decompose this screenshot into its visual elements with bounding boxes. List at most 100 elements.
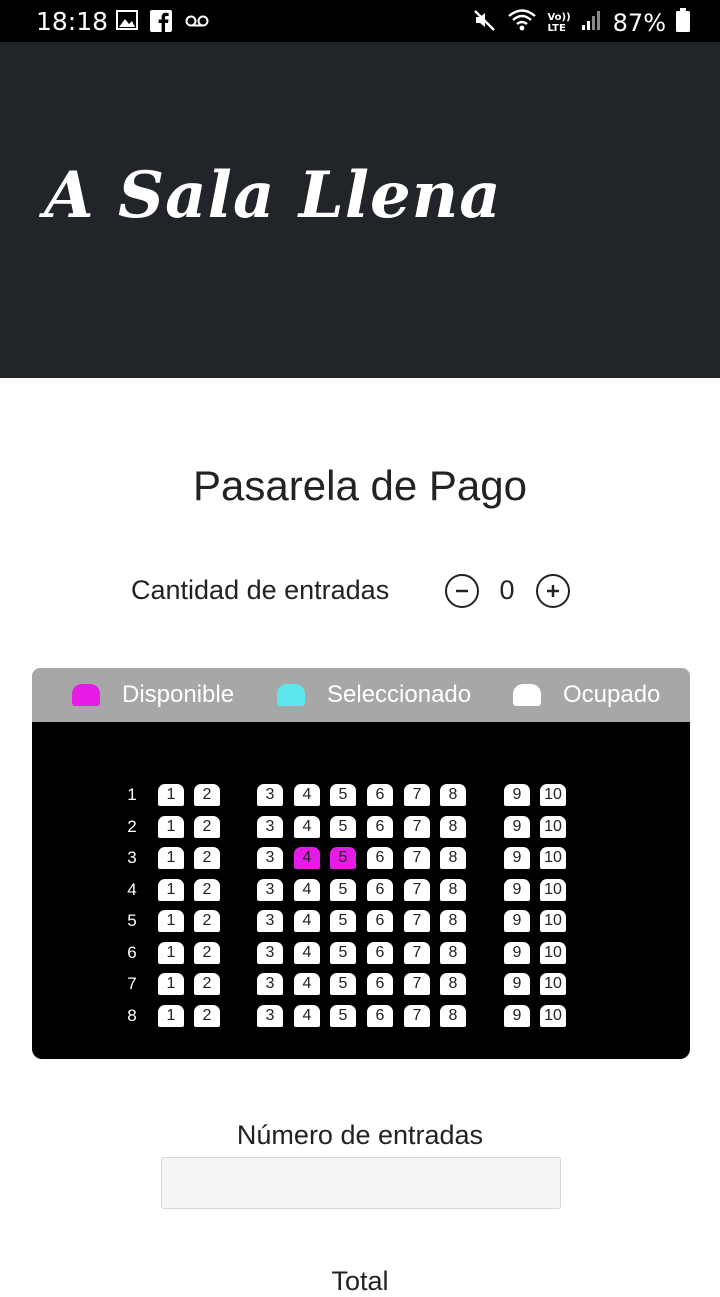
seat[interactable]: 2 <box>194 815 220 838</box>
seat[interactable]: 3 <box>257 784 283 806</box>
notification-icons <box>116 10 210 37</box>
seat[interactable]: 4 <box>294 941 320 964</box>
seat[interactable]: 4 <box>294 847 320 869</box>
tickets-input[interactable] <box>161 1157 561 1209</box>
seat[interactable]: 4 <box>294 815 320 838</box>
seat[interactable]: 3 <box>257 847 283 869</box>
volte-label-bottom: LTE <box>547 22 566 34</box>
seat[interactable]: 1 <box>158 973 184 995</box>
seat[interactable]: 7 <box>404 973 430 995</box>
facebook-icon <box>150 10 172 37</box>
seat[interactable]: 9 <box>504 1004 530 1027</box>
seat[interactable]: 7 <box>404 941 430 964</box>
seat[interactable]: 8 <box>440 910 466 932</box>
seat[interactable]: 5 <box>330 941 356 964</box>
seat[interactable]: 6 <box>367 878 393 901</box>
seat[interactable]: 5 <box>330 784 356 806</box>
seat[interactable]: 7 <box>404 784 430 806</box>
seat[interactable]: 2 <box>194 878 220 901</box>
tickets-label: Número de entradas <box>236 1120 484 1150</box>
mute-icon <box>473 8 497 37</box>
seat[interactable]: 9 <box>504 941 530 964</box>
seat[interactable]: 8 <box>440 973 466 995</box>
legend-label: Ocupado <box>563 681 661 708</box>
seat[interactable]: 10 <box>540 1004 566 1027</box>
seat[interactable]: 10 <box>540 815 566 838</box>
seat[interactable]: 3 <box>257 973 283 995</box>
seat-row: 8 1 2 3 4 5 6 7 8 9 10 <box>32 1004 690 1029</box>
seat[interactable]: 8 <box>440 941 466 964</box>
seat[interactable]: 10 <box>540 878 566 901</box>
brand-logo: A Sala Llena <box>44 158 502 233</box>
seat[interactable]: 4 <box>294 784 320 806</box>
seat-row: 3 1 2 3 4 5 6 7 8 9 10 <box>32 847 690 871</box>
seat[interactable]: 7 <box>404 1004 430 1027</box>
seat[interactable]: 2 <box>194 941 220 964</box>
seat[interactable]: 1 <box>158 941 184 964</box>
seat[interactable]: 10 <box>540 910 566 932</box>
seat[interactable]: 9 <box>504 910 530 932</box>
seat[interactable]: 7 <box>404 815 430 838</box>
seat[interactable]: 4 <box>294 878 320 901</box>
seat[interactable]: 1 <box>158 1004 184 1027</box>
seat[interactable]: 6 <box>367 847 393 869</box>
seat[interactable]: 8 <box>440 1004 466 1027</box>
seat[interactable]: 3 <box>257 910 283 932</box>
seat[interactable]: 6 <box>367 1004 393 1027</box>
increase-button[interactable] <box>536 574 570 608</box>
seat[interactable]: 2 <box>194 847 220 869</box>
seat[interactable]: 9 <box>504 815 530 838</box>
seat[interactable]: 2 <box>194 784 220 806</box>
seat[interactable]: 9 <box>504 973 530 995</box>
seat[interactable]: 9 <box>504 878 530 901</box>
status-bar: 18:18 Vo)) LTE 87% <box>0 0 720 42</box>
row-label: 3 <box>127 848 137 867</box>
seat[interactable]: 10 <box>540 941 566 964</box>
seat[interactable]: 9 <box>504 847 530 869</box>
legend-label: Disponible <box>122 681 235 708</box>
seat[interactable]: 8 <box>440 878 466 901</box>
seat[interactable]: 2 <box>194 973 220 995</box>
seat[interactable]: 1 <box>158 910 184 932</box>
seat[interactable]: 3 <box>257 815 283 838</box>
seat[interactable]: 1 <box>158 878 184 901</box>
seat[interactable]: 8 <box>440 815 466 838</box>
seat-legend: Disponible Seleccionado Ocupado <box>32 668 690 722</box>
legend-available: Disponible <box>72 668 234 722</box>
seat[interactable]: 5 <box>330 1004 356 1027</box>
seat[interactable]: 4 <box>294 1004 320 1027</box>
seat[interactable]: 1 <box>158 815 184 838</box>
seat[interactable]: 1 <box>158 847 184 869</box>
row-label: 8 <box>127 1005 137 1025</box>
seat[interactable]: 5 <box>330 815 356 838</box>
seat[interactable]: 10 <box>540 784 566 806</box>
seat[interactable]: 4 <box>294 910 320 932</box>
seat[interactable]: 6 <box>367 815 393 838</box>
seat[interactable]: 7 <box>404 878 430 901</box>
seat[interactable]: 5 <box>330 878 356 901</box>
seat[interactable]: 10 <box>540 973 566 995</box>
seat[interactable]: 6 <box>367 941 393 964</box>
seat[interactable]: 6 <box>367 973 393 995</box>
seat[interactable]: 5 <box>330 847 356 869</box>
seat[interactable]: 10 <box>540 847 566 869</box>
voicemail-icon <box>184 10 210 37</box>
seat[interactable]: 5 <box>330 910 356 932</box>
seat[interactable]: 1 <box>158 784 184 806</box>
decrease-button[interactable] <box>445 574 479 608</box>
seat[interactable]: 2 <box>194 1004 220 1027</box>
seat[interactable]: 9 <box>504 784 530 806</box>
seat[interactable]: 7 <box>404 910 430 932</box>
seat[interactable]: 3 <box>257 878 283 901</box>
seat[interactable]: 6 <box>367 910 393 932</box>
seat[interactable]: 5 <box>330 973 356 995</box>
seat[interactable]: 3 <box>257 941 283 964</box>
seat[interactable]: 2 <box>194 910 220 932</box>
seat[interactable]: 8 <box>440 784 466 806</box>
page-title: Pasarela de Pago <box>193 462 527 509</box>
seat[interactable]: 8 <box>440 847 466 869</box>
seat[interactable]: 6 <box>367 784 393 806</box>
seat[interactable]: 4 <box>294 973 320 995</box>
seat[interactable]: 3 <box>257 1004 283 1027</box>
seat[interactable]: 7 <box>404 847 430 869</box>
